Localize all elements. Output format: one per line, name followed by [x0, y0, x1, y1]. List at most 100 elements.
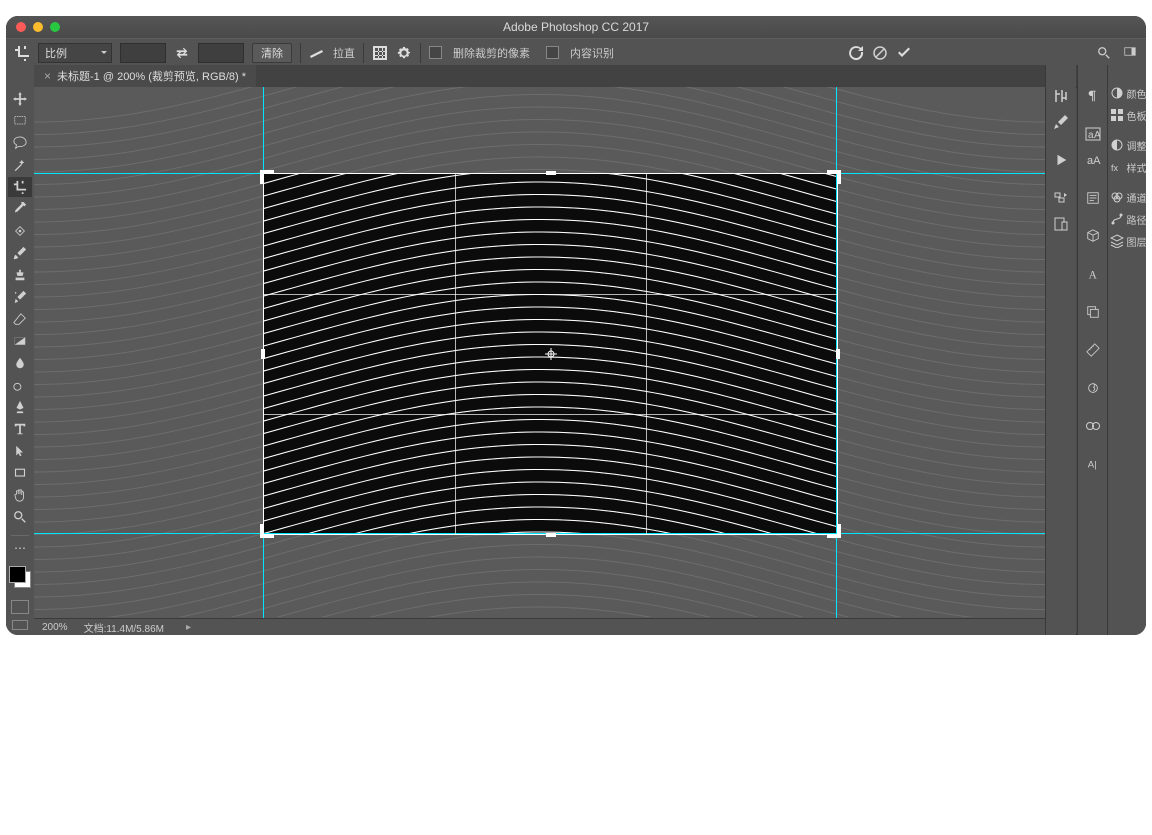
- straighten-icon[interactable]: [309, 45, 325, 61]
- cube-3d-icon[interactable]: [1082, 225, 1104, 247]
- document-tab[interactable]: × 未标题-1 @ 200% (裁剪预览, RGB/8) *: [34, 65, 256, 87]
- move-tool[interactable]: [8, 89, 32, 109]
- crop-height-field[interactable]: [198, 43, 244, 63]
- content-aware-checkbox[interactable]: [546, 46, 559, 59]
- pen-tool[interactable]: [8, 397, 32, 417]
- layers-panel-tab[interactable]: 图层: [1107, 231, 1147, 251]
- crop-handle-top[interactable]: [546, 171, 556, 175]
- history-brush-tool[interactable]: [8, 287, 32, 307]
- app-window: Adobe Photoshop CC 2017 比例 清除 拉直 删除裁剪的像素…: [6, 16, 1146, 635]
- notes-icon[interactable]: [1082, 187, 1104, 209]
- device-preview-icon[interactable]: [1050, 213, 1072, 235]
- swap-dimensions-icon[interactable]: [174, 45, 190, 61]
- zoom-tool[interactable]: [8, 507, 32, 527]
- close-tab-icon[interactable]: ×: [44, 69, 51, 83]
- rectangular-marquee-tool[interactable]: [8, 111, 32, 131]
- adjust-presets-icon[interactable]: [1050, 85, 1072, 107]
- crop-handle-left[interactable]: [261, 349, 265, 359]
- crop-width-field[interactable]: [120, 43, 166, 63]
- brushes-icon[interactable]: [1050, 111, 1072, 133]
- quick-mask-toggle[interactable]: [11, 600, 29, 614]
- cc-libraries-icon[interactable]: [1082, 415, 1104, 437]
- svg-text:A|: A|: [1088, 460, 1097, 471]
- reset-crop-icon[interactable]: [848, 45, 864, 61]
- delete-cropped-label: 删除裁剪的像素: [453, 45, 530, 61]
- crop-center-icon: [545, 348, 557, 360]
- status-bar: 200% 文档:11.4M/5.86M ▸: [34, 618, 1046, 635]
- spot-healing-tool[interactable]: [8, 221, 32, 241]
- minimize-window-button[interactable]: [33, 22, 43, 32]
- content-aware-label: 内容识别: [570, 45, 614, 61]
- crop-rectangle[interactable]: [263, 173, 838, 535]
- overlay-options-icon[interactable]: [372, 45, 388, 61]
- workspace-switcher-icon[interactable]: [1122, 45, 1138, 61]
- canvas[interactable]: [34, 87, 1046, 619]
- title-bar[interactable]: Adobe Photoshop CC 2017: [6, 16, 1146, 38]
- plugin-icon[interactable]: [1082, 377, 1104, 399]
- document-info[interactable]: 文档:11.4M/5.86M: [84, 620, 164, 635]
- blur-tool[interactable]: [8, 353, 32, 373]
- crop-tool[interactable]: [8, 177, 32, 197]
- color-panel-tab[interactable]: 颜色: [1107, 83, 1147, 103]
- adjustments-panel-tab[interactable]: 调整: [1107, 135, 1147, 155]
- foreground-background-colors[interactable]: [9, 566, 31, 588]
- rectangle-tool[interactable]: [8, 463, 32, 483]
- crop-handle-bottom[interactable]: [546, 533, 556, 537]
- swatches-panel-tab[interactable]: 色板: [1107, 105, 1147, 125]
- character-styles-icon[interactable]: aA: [1082, 149, 1104, 171]
- magic-wand-tool[interactable]: [8, 155, 32, 175]
- path-selection-tool[interactable]: [8, 441, 32, 461]
- close-window-button[interactable]: [16, 22, 26, 32]
- swatches-panel-icon: [1110, 108, 1124, 122]
- adjustments-panel-icon: [1110, 138, 1124, 152]
- type-tool[interactable]: [8, 419, 32, 439]
- styles-panel-icon: fx: [1110, 160, 1124, 174]
- brush-tool[interactable]: [8, 243, 32, 263]
- cancel-crop-icon[interactable]: [872, 45, 888, 61]
- eraser-tool[interactable]: [8, 309, 32, 329]
- crop-settings-gear-icon[interactable]: [396, 45, 412, 61]
- foreground-color-swatch[interactable]: [9, 566, 26, 583]
- aspect-ratio-label: 比例: [45, 45, 67, 61]
- dodge-tool[interactable]: [8, 375, 32, 395]
- crop-handle-right[interactable]: [836, 349, 840, 359]
- history-icon[interactable]: [1050, 187, 1072, 209]
- crop-handle-corner[interactable]: [260, 524, 274, 538]
- zoom-level[interactable]: 200%: [42, 622, 68, 633]
- lasso-tool[interactable]: [8, 133, 32, 153]
- document-tab-bar: × 未标题-1 @ 200% (裁剪预览, RGB/8) *: [34, 65, 1108, 88]
- status-flyout-icon[interactable]: ▸: [186, 622, 191, 633]
- clone-stamp-tool[interactable]: [8, 265, 32, 285]
- delete-cropped-pixels-checkbox[interactable]: [429, 46, 442, 59]
- gradient-tool[interactable]: [8, 331, 32, 351]
- commit-crop-icon[interactable]: [896, 45, 912, 61]
- app-title: Adobe Photoshop CC 2017: [503, 20, 649, 34]
- hand-tool[interactable]: [8, 485, 32, 505]
- glyphs-icon[interactable]: aA: [1082, 123, 1104, 145]
- styles-panel-tab[interactable]: fx样式: [1107, 157, 1147, 177]
- clear-ratio-button[interactable]: 清除: [252, 43, 292, 63]
- crop-handle-corner[interactable]: [260, 170, 274, 184]
- play-icon[interactable]: [1050, 149, 1072, 171]
- collapsed-panels-strip-1: [1045, 65, 1076, 635]
- type-panel-icon[interactable]: A: [1082, 263, 1104, 285]
- eyedropper-tool[interactable]: [8, 199, 32, 219]
- tools-panel: ⋯: [6, 65, 35, 635]
- collapsed-panels-strip-2: aA aA A A|: [1077, 65, 1108, 635]
- paragraph-icon[interactable]: [1082, 85, 1104, 107]
- align-icon[interactable]: A|: [1082, 453, 1104, 475]
- measure-icon[interactable]: [1082, 339, 1104, 361]
- color-panel-icon: [1110, 86, 1124, 100]
- svg-text:A: A: [1089, 269, 1098, 281]
- paths-panel-tab[interactable]: 路径: [1107, 209, 1147, 229]
- aspect-ratio-dropdown[interactable]: 比例: [38, 43, 112, 63]
- crop-handle-corner[interactable]: [827, 524, 841, 538]
- maximize-window-button[interactable]: [50, 22, 60, 32]
- crop-handle-corner[interactable]: [827, 170, 841, 184]
- svg-text:A: A: [1094, 130, 1101, 141]
- search-icon[interactable]: [1096, 45, 1112, 61]
- channels-panel-tab[interactable]: 通道: [1107, 187, 1147, 207]
- screen-mode-switcher[interactable]: [12, 620, 28, 630]
- edit-toolbar-button[interactable]: ⋯: [8, 538, 32, 558]
- layer-comps-icon[interactable]: [1082, 301, 1104, 323]
